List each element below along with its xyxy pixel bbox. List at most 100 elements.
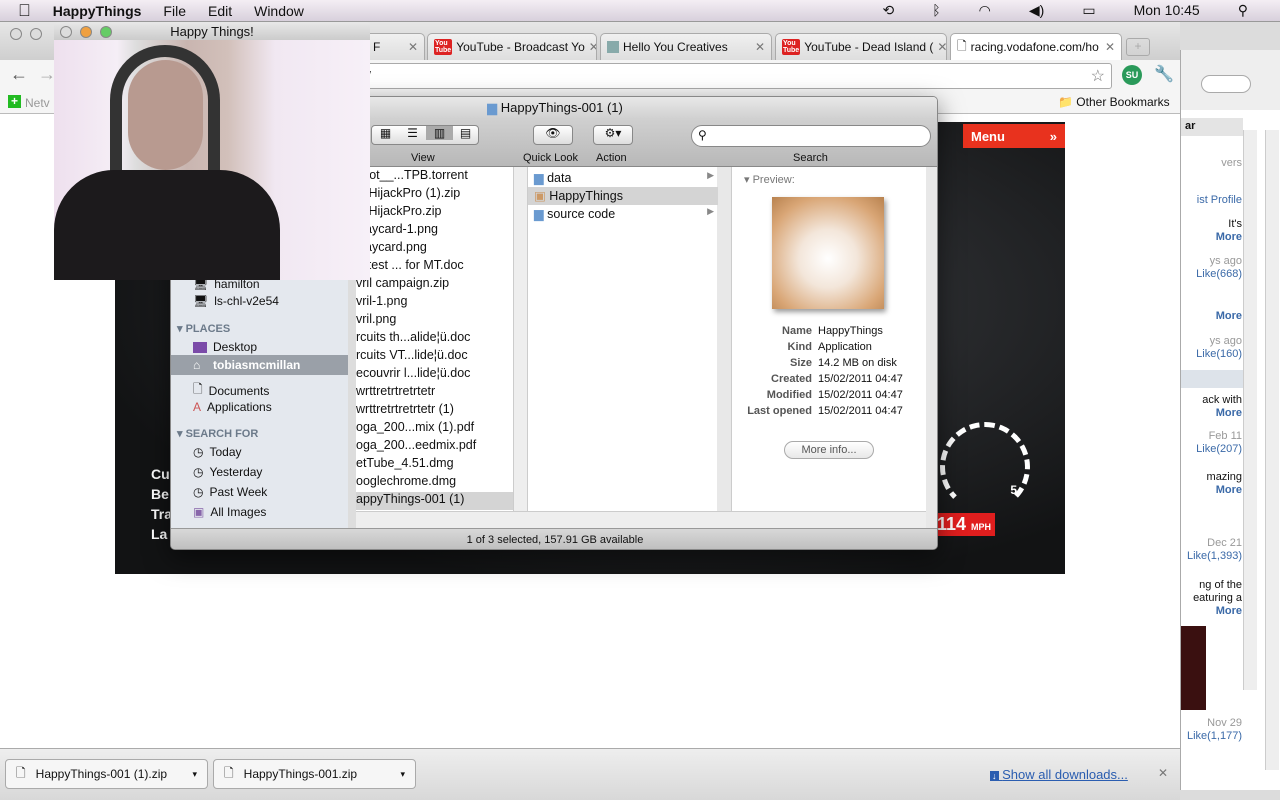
- like-link[interactable]: Like(160): [1196, 348, 1242, 360]
- wifi-icon[interactable]: ◠: [979, 2, 991, 19]
- sidebar-item-desktop[interactable]: Desktop: [193, 340, 257, 354]
- list-item[interactable]: ecouvrir l...lide¦ü.doc: [356, 366, 513, 384]
- sidebar-item-past-week[interactable]: ◷ Past Week: [193, 485, 267, 499]
- new-tab-button[interactable]: +: [1126, 38, 1150, 56]
- zoom-button[interactable]: [100, 26, 112, 38]
- wrench-icon[interactable]: 🔧: [1154, 64, 1174, 84]
- list-item[interactable]: rcuits VT...lide¦ü.doc: [356, 348, 513, 366]
- tab[interactable]: Hello You Creatives ✕: [600, 33, 772, 60]
- view-mode-control[interactable]: ▦ ☰ ▥ ▤: [371, 125, 479, 145]
- tab-active[interactable]: 🗋 racing.vodafone.com/ho ✕: [950, 33, 1122, 60]
- profile-link[interactable]: ist Profile: [1197, 194, 1242, 206]
- list-item[interactable]: wrttretrtretrtetr: [356, 384, 513, 402]
- bookmark-item[interactable]: Netv: [25, 96, 50, 110]
- download-item[interactable]: 🗋 HappyThings-001 (1).zip ▾: [5, 759, 208, 789]
- other-bookmarks[interactable]: 📁 Other Bookmarks: [1058, 95, 1170, 109]
- volume-icon[interactable]: ◀): [1029, 2, 1044, 19]
- download-item[interactable]: 🗋 HappyThings-001.zip ▾: [213, 759, 416, 789]
- column-scrollbar[interactable]: [513, 167, 527, 528]
- horizontal-scrollbar[interactable]: [356, 511, 926, 528]
- list-item[interactable]: claycard-1.png: [356, 222, 513, 240]
- more-link[interactable]: More: [1216, 231, 1242, 243]
- sidebar-item-yesterday[interactable]: ◷ Yesterday: [193, 465, 262, 479]
- video-menu-button[interactable]: Menu»: [963, 124, 1065, 148]
- list-item[interactable]: etTube_4.51.dmg: [356, 456, 513, 474]
- list-item[interactable]: Idiot__...TPB.torrent: [356, 168, 513, 186]
- menu-file[interactable]: File: [163, 3, 186, 19]
- close-button[interactable]: [60, 26, 72, 38]
- thumbnail-image[interactable]: [1181, 626, 1206, 710]
- like-link[interactable]: Like(668): [1196, 268, 1242, 280]
- stumbleupon-icon[interactable]: SU: [1122, 65, 1142, 85]
- scrollbar[interactable]: [1265, 130, 1279, 770]
- apple-menu-icon[interactable]: : [18, 1, 31, 21]
- column-view-icon[interactable]: ▥: [426, 126, 453, 140]
- quick-look-button[interactable]: 👁: [533, 125, 573, 145]
- browser-close-button[interactable]: [10, 28, 22, 40]
- like-link[interactable]: Like(1,177): [1187, 730, 1242, 742]
- search-input[interactable]: ⚲: [691, 125, 931, 147]
- menu-window[interactable]: Window: [254, 3, 304, 19]
- list-item[interactable]: claycard.png: [356, 240, 513, 258]
- tab[interactable]: You Tube YouTube - Dead Island (✕: [775, 33, 947, 60]
- places-header[interactable]: ▾ PLACES: [177, 322, 230, 335]
- more-link[interactable]: More: [1216, 310, 1242, 322]
- spotlight-icon[interactable]: ⚲: [1238, 2, 1248, 19]
- search-field[interactable]: [1201, 75, 1251, 93]
- clock[interactable]: Mon 10:45: [1134, 2, 1200, 19]
- tab[interactable]: YouTubeYouTube - Broadcast Yo✕: [427, 33, 597, 60]
- close-tab-icon[interactable]: ✕: [755, 40, 765, 54]
- sidebar-item-today[interactable]: ◷ Today: [193, 445, 242, 459]
- show-all-downloads-link[interactable]: ↓ Show all downloads...: [990, 767, 1128, 782]
- list-item[interactable]: rcuits th...alide¦ü.doc: [356, 330, 513, 348]
- menu-app[interactable]: HappyThings: [53, 3, 142, 19]
- more-info-button[interactable]: More info...: [784, 441, 874, 459]
- address-bar[interactable]: /☆: [360, 63, 1112, 89]
- bluetooth-icon[interactable]: ᛒ: [932, 2, 940, 19]
- list-item[interactable]: ooglechrome.dmg: [356, 474, 513, 492]
- list-item[interactable]: lioHijackPro.zip: [356, 204, 513, 222]
- icon-view-icon[interactable]: ▦: [372, 126, 399, 140]
- scrollbar[interactable]: [1243, 130, 1257, 690]
- more-link[interactable]: More: [1216, 484, 1242, 496]
- minimize-button[interactable]: [80, 26, 92, 38]
- back-icon[interactable]: ←: [10, 64, 28, 85]
- star-icon[interactable]: ☆: [1091, 66, 1105, 86]
- close-downloads-icon[interactable]: ✕: [1158, 766, 1168, 780]
- more-link[interactable]: More: [1216, 407, 1242, 419]
- chevron-down-icon[interactable]: ▾: [400, 769, 405, 780]
- list-item[interactable]: ▆ source code ▶: [528, 205, 718, 223]
- list-item[interactable]: V test ... for MT.doc: [356, 258, 513, 276]
- sidebar-item-home[interactable]: ⌂ tobiasmcmillan: [171, 355, 348, 375]
- section-bar[interactable]: [1181, 370, 1243, 388]
- list-view-icon[interactable]: ☰: [399, 126, 426, 140]
- like-link[interactable]: Like(1,393): [1187, 550, 1242, 562]
- close-tab-icon[interactable]: ✕: [1105, 40, 1115, 54]
- list-item[interactable]: vril.png: [356, 312, 513, 330]
- search-for-header[interactable]: ▾ SEARCH FOR: [177, 427, 258, 440]
- list-item[interactable]: oga_200...mix (1).pdf: [356, 420, 513, 438]
- list-item[interactable]: wrttretrtretrtetr (1): [356, 402, 513, 420]
- browser-minimize-button[interactable]: [30, 28, 42, 40]
- close-tab-icon[interactable]: ✕: [589, 40, 596, 54]
- close-tab-icon[interactable]: ✕: [937, 40, 946, 54]
- list-item[interactable]: vril-1.png: [356, 294, 513, 312]
- sidebar-item-ls-chl[interactable]: 🖥 ls-chl-v2e54: [193, 294, 279, 308]
- sidebar-item-applications[interactable]: A Applications: [193, 400, 272, 414]
- list-item[interactable]: vril campaign.zip: [356, 276, 513, 294]
- list-item[interactable]: ▆ data ▶: [528, 169, 718, 187]
- list-item[interactable]: lioHijackPro (1).zip: [356, 186, 513, 204]
- action-button[interactable]: ⚙▾: [593, 125, 633, 145]
- sidebar-item-all-images[interactable]: ▣ All Images: [193, 505, 266, 519]
- battery-icon[interactable]: ▭: [1082, 2, 1095, 19]
- list-item-selected[interactable]: appyThings-001 (1): [356, 492, 513, 510]
- like-link[interactable]: Like(207): [1196, 443, 1242, 455]
- menu-edit[interactable]: Edit: [208, 3, 232, 19]
- sidebar-item-documents[interactable]: 🗋 Documents: [193, 380, 269, 401]
- list-item[interactable]: oga_200...eedmix.pdf: [356, 438, 513, 456]
- close-tab-icon[interactable]: ✕: [408, 40, 418, 54]
- coverflow-view-icon[interactable]: ▤: [453, 126, 478, 140]
- chevron-down-icon[interactable]: ▾: [192, 769, 197, 780]
- time-machine-icon[interactable]: ⟲: [883, 2, 895, 19]
- more-link[interactable]: More: [1216, 605, 1242, 617]
